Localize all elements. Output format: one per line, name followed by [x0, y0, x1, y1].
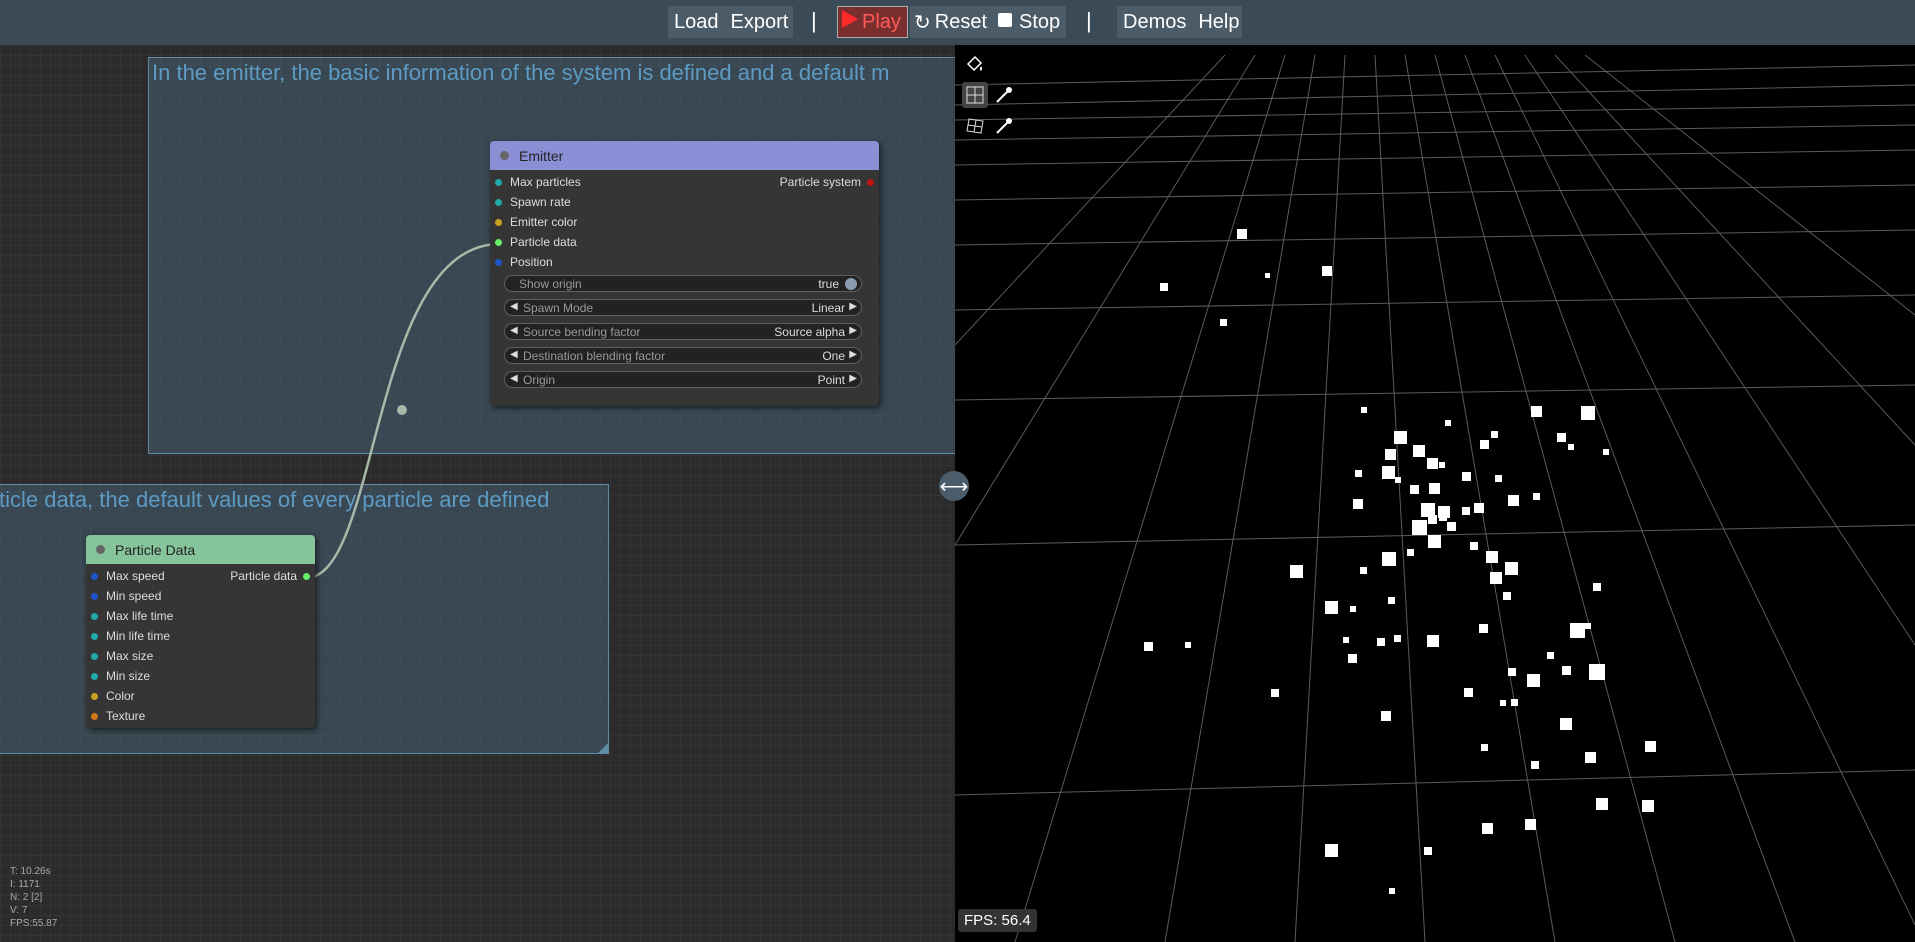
input-max-particles[interactable]: Max particles — [495, 175, 581, 189]
destination-blending-combo[interactable]: ◀ Destination blending factor One ▶ — [504, 347, 862, 364]
particle-data-node-title: Particle Data — [115, 541, 196, 558]
input-max-life-time[interactable]: Max life time — [91, 609, 173, 623]
stop-button[interactable]: Stop — [1015, 11, 1064, 34]
arrow-right-icon: ▶ — [849, 373, 857, 384]
input-position[interactable]: Position — [495, 255, 553, 269]
output-particle-data[interactable]: Particle data — [230, 569, 310, 583]
toggle-knob-icon — [845, 278, 857, 290]
info-button-group: Demos Help — [1117, 6, 1242, 38]
play-button[interactable]: Play — [837, 6, 908, 38]
link-center-handle — [397, 405, 407, 415]
eyedropper-icon[interactable] — [991, 113, 1017, 139]
arrow-right-icon: ▶ — [849, 301, 857, 312]
demos-button[interactable]: Demos — [1117, 11, 1192, 34]
node-editor-canvas[interactable]: In the emitter, the basic information of… — [0, 45, 955, 942]
arrow-right-icon: ▶ — [849, 325, 857, 336]
output-particle-system[interactable]: Particle system — [780, 175, 874, 189]
reset-button[interactable]: Reset — [933, 11, 995, 34]
spawn-mode-combo[interactable]: ◀ Spawn Mode Linear ▶ — [504, 299, 862, 316]
playback-controls: ↻ Reset Stop — [910, 6, 1066, 38]
emitter-node-header[interactable]: Emitter — [490, 141, 879, 170]
toolbar-separator: | — [811, 8, 817, 33]
input-max-speed[interactable]: Max speed — [91, 569, 165, 583]
help-button[interactable]: Help — [1192, 11, 1245, 34]
top-toolbar: Load Export | Play ↻ Reset Stop | Demos … — [0, 0, 1915, 45]
paint-bucket-icon[interactable] — [962, 51, 988, 77]
show-origin-toggle[interactable]: Show origin true — [504, 275, 862, 292]
input-particle-data[interactable]: Particle data — [495, 235, 577, 249]
perspective-grid-icon[interactable] — [962, 113, 988, 139]
grid-plane-icon[interactable] — [962, 82, 988, 108]
play-label: Play — [862, 10, 901, 33]
file-button-group: Load Export — [668, 6, 793, 38]
emitter-node[interactable]: Emitter Max particles Spawn rate Emitter… — [490, 141, 879, 406]
emitter-node-title: Emitter — [519, 147, 564, 164]
grid-and-particles — [955, 54, 1915, 942]
input-color[interactable]: Color — [91, 689, 135, 703]
play-icon — [838, 10, 860, 34]
arrow-left-icon: ◀ — [510, 301, 518, 312]
input-min-size[interactable]: Min size — [91, 669, 150, 683]
toolbar-separator: | — [1086, 8, 1092, 33]
input-emitter-color[interactable]: Emitter color — [495, 215, 577, 229]
collapse-icon[interactable] — [96, 545, 105, 554]
particle-data-node-header[interactable]: Particle Data — [86, 535, 315, 564]
arrow-left-icon: ◀ — [510, 373, 518, 384]
load-button[interactable]: Load — [668, 11, 725, 34]
input-texture[interactable]: Texture — [91, 709, 145, 723]
editor-stats: T: 10.26s I: 1171 N: 2 [2] V: 7 FPS:55.8… — [10, 866, 58, 929]
arrow-left-icon: ◀ — [510, 325, 518, 336]
export-button[interactable]: Export — [725, 11, 795, 34]
input-min-life-time[interactable]: Min life time — [91, 629, 170, 643]
eyedropper-icon[interactable] — [991, 82, 1017, 108]
input-spawn-rate[interactable]: Spawn rate — [495, 195, 571, 209]
fps-counter: FPS: 56.4 — [958, 909, 1037, 932]
arrow-right-icon: ▶ — [849, 349, 857, 360]
input-min-speed[interactable]: Min speed — [91, 589, 161, 603]
reset-icon[interactable]: ↻ — [910, 10, 933, 35]
source-bending-combo[interactable]: ◀ Source bending factor Source alpha ▶ — [504, 323, 862, 340]
arrow-left-icon: ◀ — [510, 349, 518, 360]
render-viewport[interactable]: FPS: 56.4 — [955, 45, 1915, 942]
stop-icon[interactable] — [995, 11, 1015, 34]
origin-combo[interactable]: ◀ Origin Point ▶ — [504, 371, 862, 388]
horizontal-resize-icon: ⟷ — [939, 475, 969, 498]
split-resize-handle[interactable]: ⟷ — [939, 471, 969, 501]
collapse-icon[interactable] — [500, 151, 509, 160]
particle-data-node[interactable]: Particle Data Max speed Min speed Max li… — [86, 535, 315, 728]
input-max-size[interactable]: Max size — [91, 649, 153, 663]
